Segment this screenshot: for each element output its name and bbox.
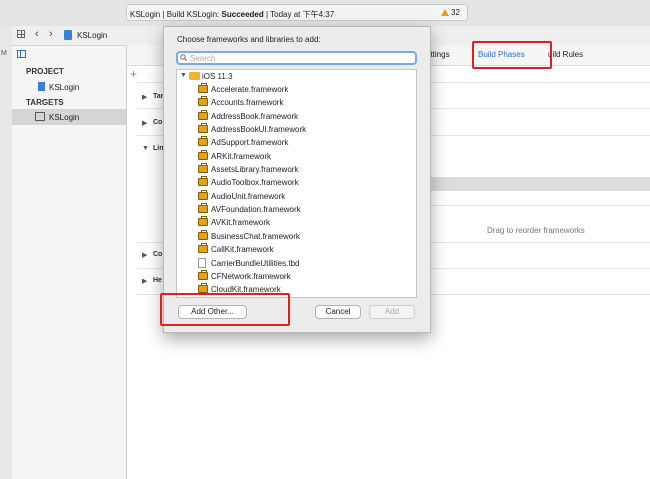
warning-count-text: 32 bbox=[451, 8, 460, 17]
phase-copy-bundle-resources[interactable]: Co bbox=[153, 251, 162, 258]
phase-target-dependencies[interactable]: Tar bbox=[153, 93, 163, 100]
disclosure-triangle-icon[interactable]: ▶ bbox=[142, 251, 147, 259]
list-item[interactable]: CarrierBundleUtilities.tbd bbox=[198, 258, 299, 270]
framework-icon bbox=[198, 203, 208, 213]
breadcrumb-project[interactable]: KSLogin bbox=[77, 31, 107, 40]
warning-icon bbox=[441, 9, 449, 16]
status-build-prefix: Build KSLogin: bbox=[166, 10, 220, 19]
framework-icon bbox=[198, 163, 208, 173]
list-item[interactable]: Accelerate.framework bbox=[198, 83, 288, 97]
framework-icon bbox=[198, 190, 208, 200]
row-divider bbox=[430, 205, 650, 206]
list-item[interactable]: CallKit.framework bbox=[198, 243, 274, 257]
project-section-header: PROJECT bbox=[26, 67, 64, 76]
list-item[interactable]: AddressBook.framework bbox=[198, 110, 298, 124]
list-item[interactable]: AudioUnit.framework bbox=[198, 190, 285, 204]
project-icon bbox=[38, 82, 45, 91]
disclosure-triangle-open-icon[interactable]: ▼ bbox=[142, 145, 149, 152]
sidebar-toggle-icon[interactable] bbox=[17, 50, 26, 58]
list-item[interactable]: AudioToolbox.framework bbox=[198, 176, 299, 190]
app-target-icon bbox=[35, 112, 45, 121]
tab-build-rules[interactable]: uild Rules bbox=[548, 50, 583, 59]
sdk-group-label[interactable]: iOS 11.3 bbox=[202, 72, 233, 81]
framework-row-selected[interactable] bbox=[430, 177, 650, 191]
list-item[interactable]: Accounts.framework bbox=[198, 96, 283, 110]
framework-icon bbox=[198, 230, 208, 240]
drag-reorder-hint: Drag to reorder frameworks bbox=[487, 226, 585, 235]
add-phase-button[interactable]: + bbox=[130, 67, 137, 81]
status-project: KSLogin bbox=[130, 10, 161, 19]
disclosure-triangle-icon[interactable]: ▶ bbox=[142, 277, 147, 285]
framework-icon bbox=[198, 136, 208, 146]
framework-icon bbox=[198, 123, 208, 133]
list-item[interactable]: CFNetwork.framework bbox=[198, 270, 291, 284]
targets-section-header: TARGETS bbox=[26, 98, 64, 107]
framework-icon bbox=[198, 283, 208, 293]
search-input[interactable] bbox=[190, 52, 412, 64]
build-status-text: KSLogin | Build KSLogin: Succeeded | Tod… bbox=[130, 10, 335, 19]
list-item[interactable]: AVFoundation.framework bbox=[198, 203, 301, 217]
phase-headers[interactable]: He bbox=[153, 277, 162, 284]
highlight-box-add-other bbox=[160, 293, 290, 326]
list-item[interactable]: AssetsLibrary.framework bbox=[198, 163, 298, 177]
folder-icon bbox=[189, 72, 200, 80]
framework-icon bbox=[198, 96, 208, 106]
list-item[interactable]: ARKit.framework bbox=[198, 150, 271, 164]
disclosure-triangle-icon[interactable]: ▶ bbox=[142, 119, 147, 127]
warning-count[interactable]: 32 bbox=[441, 8, 460, 17]
forward-chevron-icon[interactable]: › bbox=[49, 28, 53, 40]
target-item[interactable]: KSLogin bbox=[49, 113, 79, 122]
framework-icon bbox=[198, 150, 208, 160]
disclosure-triangle-open-icon[interactable]: ▼ bbox=[180, 72, 187, 79]
project-file-icon bbox=[64, 30, 72, 40]
highlight-box-build-phases bbox=[472, 41, 552, 69]
framework-icon bbox=[198, 83, 208, 93]
framework-icon bbox=[198, 216, 208, 226]
list-item[interactable]: AddressBookUI.framework bbox=[198, 123, 306, 137]
framework-icon bbox=[198, 110, 208, 120]
framework-icon bbox=[198, 270, 208, 280]
related-items-icon[interactable] bbox=[17, 30, 25, 38]
phase-compile-sources[interactable]: Co bbox=[153, 119, 162, 126]
project-item[interactable]: KSLogin bbox=[49, 83, 79, 92]
framework-icon bbox=[198, 176, 208, 186]
cancel-button[interactable]: Cancel bbox=[315, 305, 361, 319]
add-button[interactable]: Add bbox=[369, 305, 415, 319]
tbd-file-icon bbox=[198, 258, 206, 268]
list-item[interactable]: BusinessChat.framework bbox=[198, 230, 300, 244]
status-time: Today at 下午4:37 bbox=[270, 10, 335, 19]
project-navigator bbox=[12, 26, 127, 479]
list-item[interactable]: AdSupport.framework bbox=[198, 136, 288, 150]
back-chevron-icon[interactable]: ‹ bbox=[35, 28, 39, 40]
framework-icon bbox=[198, 243, 208, 253]
list-item[interactable]: AVKit.framework bbox=[198, 216, 270, 230]
search-icon bbox=[180, 54, 187, 61]
disclosure-triangle-icon[interactable]: ▶ bbox=[142, 93, 147, 101]
phase-link-binary[interactable]: Lin bbox=[153, 145, 164, 152]
gutter-mark: M bbox=[1, 50, 7, 57]
status-build-result: Succeeded bbox=[221, 10, 264, 19]
dialog-title: Choose frameworks and libraries to add: bbox=[177, 35, 321, 44]
